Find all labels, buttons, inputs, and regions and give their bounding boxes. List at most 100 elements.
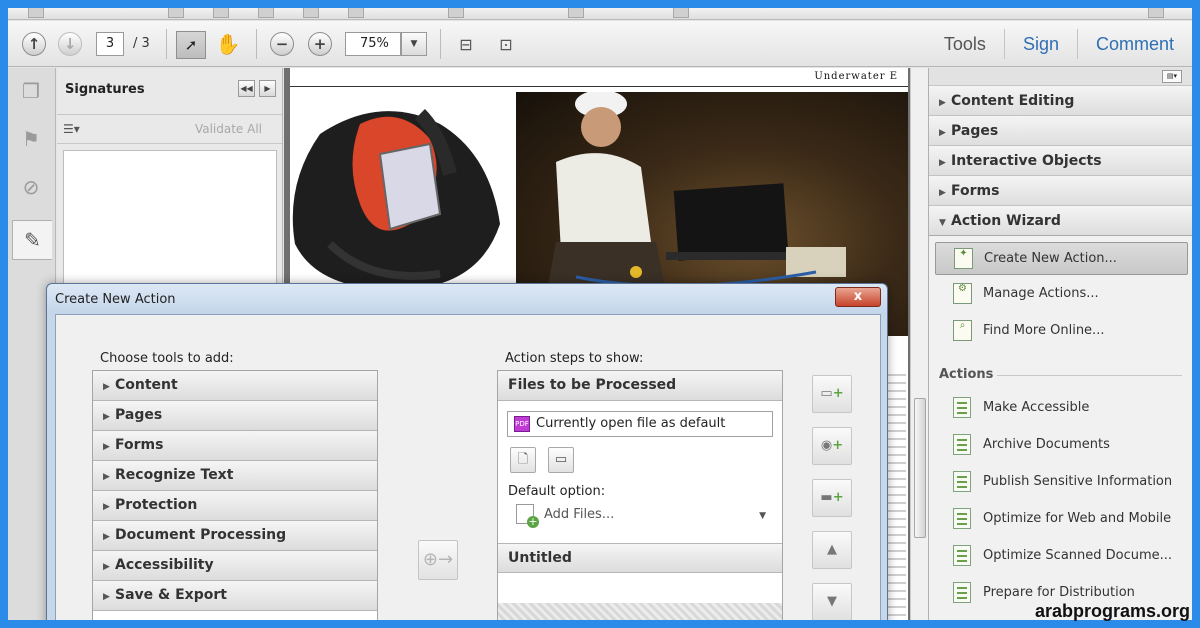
signatures-toolbar: ☰▾ Validate All: [57, 114, 282, 144]
action-optimize-web[interactable]: Optimize for Web and Mobile: [929, 500, 1192, 537]
manage-actions-item[interactable]: ⚙ Manage Actions...: [929, 275, 1192, 312]
section-interactive-objects[interactable]: ▶ Interactive Objects: [929, 146, 1192, 176]
document-scrollbar[interactable]: [910, 68, 928, 620]
tool-category-save-export[interactable]: ▶ Save & Export: [93, 581, 377, 611]
cursor-icon: ➚: [184, 36, 198, 54]
zoom-input[interactable]: 75%: [345, 32, 401, 56]
zoom-in-button[interactable]: +: [306, 30, 334, 58]
page-thumbnails-button[interactable]: ❐: [16, 76, 46, 106]
create-new-action-dialog: Create New Action x Choose tools to add:…: [46, 283, 888, 620]
file-source-field[interactable]: PDF Currently open file as default: [507, 411, 773, 437]
zoom-dropdown-button[interactable]: ▼: [401, 32, 427, 56]
fit-page-button[interactable]: ⊟: [452, 30, 480, 58]
fullscreen-button[interactable]: ⊡: [492, 30, 520, 58]
instruction-icon: ◉+: [820, 438, 844, 453]
panel-options-button[interactable]: ▶: [259, 80, 276, 97]
untitled-step-heading[interactable]: Untitled: [498, 543, 782, 573]
toolbar-icon[interactable]: [213, 8, 229, 18]
action-publish-sensitive[interactable]: Publish Sensitive Information: [929, 463, 1192, 500]
hand-tool-button[interactable]: ✋: [214, 30, 242, 58]
add-separator-button[interactable]: ▬+: [812, 479, 852, 517]
move-down-button[interactable]: ▼: [812, 583, 852, 620]
toolbar-icon[interactable]: [348, 8, 364, 18]
scrollbar-thumb[interactable]: [914, 398, 926, 538]
add-instruction-button[interactable]: ◉+: [812, 427, 852, 465]
toolbar-icon[interactable]: [568, 8, 584, 18]
previous-page-button[interactable]: ↑: [20, 30, 48, 58]
panel-title: Signatures: [65, 82, 145, 97]
toolbar-icon[interactable]: [448, 8, 464, 18]
zoom-out-button[interactable]: −: [268, 30, 296, 58]
chevron-right-icon: ▶: [103, 592, 110, 602]
dialog-titlebar[interactable]: Create New Action x: [47, 284, 887, 314]
bookmark-icon: ⚑: [22, 127, 40, 151]
next-page-button[interactable]: ↓: [56, 30, 84, 58]
open-folder-button[interactable]: ▭: [548, 447, 574, 473]
tool-category-protection[interactable]: ▶ Protection: [93, 491, 377, 521]
tools-pane: ▤▾ ▶ Content Editing ▶ Pages ▶ Interactive …: [928, 68, 1192, 620]
select-tool-button[interactable]: ➚: [176, 31, 206, 59]
chevron-right-icon: ▶: [939, 158, 946, 168]
action-archive-documents[interactable]: Archive Documents: [929, 426, 1192, 463]
tool-category-content[interactable]: ▶ Content: [93, 371, 377, 401]
find-more-online-item[interactable]: ⌕ Find More Online...: [929, 312, 1192, 349]
signatures-button[interactable]: ✎: [12, 220, 52, 260]
toolbar-icon[interactable]: [168, 8, 184, 18]
action-make-accessible[interactable]: Make Accessible: [929, 389, 1192, 426]
chevron-down-icon[interactable]: ▼: [759, 511, 766, 521]
toolbar-icon[interactable]: [1148, 8, 1164, 18]
close-button[interactable]: x: [835, 287, 881, 307]
move-up-button[interactable]: ▲: [812, 531, 852, 569]
section-pages[interactable]: ▶ Pages: [929, 116, 1192, 146]
attachments-button[interactable]: ⊘: [16, 172, 46, 202]
chevron-right-icon: ▶: [103, 502, 110, 512]
fit-page-icon: ⊟: [459, 34, 473, 54]
chevron-down-icon: ▼: [939, 218, 946, 228]
checklist-icon: [953, 582, 971, 603]
add-files-dropdown[interactable]: Add Files...: [516, 504, 614, 528]
toolbar-icon[interactable]: [258, 8, 274, 18]
add-to-steps-button[interactable]: ⊕→: [418, 540, 458, 580]
page-number-input[interactable]: 3: [96, 32, 124, 56]
fullscreen-icon: ⊡: [499, 34, 513, 54]
toolbar-icon[interactable]: [28, 8, 44, 18]
arrow-up-icon: ↑: [22, 32, 46, 56]
validate-all-button[interactable]: Validate All: [195, 122, 262, 136]
new-file-button[interactable]: 🗋: [510, 447, 536, 473]
signature-pen-icon: ✎: [24, 228, 41, 252]
choose-tools-label: Choose tools to add:: [100, 351, 234, 366]
toolbar-icon[interactable]: [303, 8, 319, 18]
section-forms[interactable]: ▶ Forms: [929, 176, 1192, 206]
create-new-action-item[interactable]: ✦ Create New Action...: [935, 242, 1188, 275]
action-optimize-scanned[interactable]: Optimize Scanned Docume...: [929, 537, 1192, 574]
chevron-right-icon: ▶: [103, 532, 110, 542]
pane-menu-button[interactable]: ▤▾: [1162, 70, 1182, 83]
bookmarks-button[interactable]: ⚑: [16, 124, 46, 154]
tool-category-forms[interactable]: ▶ Forms: [93, 431, 377, 461]
add-panel-button[interactable]: ▭+: [812, 375, 852, 413]
tool-category-document-processing[interactable]: ▶ Document Processing: [93, 521, 377, 551]
options-menu-icon[interactable]: ☰▾: [63, 122, 80, 136]
chevron-right-icon: ▶: [103, 412, 110, 422]
dialog-title: Create New Action: [55, 292, 176, 307]
find-online-icon: ⌕: [953, 320, 972, 341]
checklist-icon: [953, 545, 971, 566]
chevron-right-icon: ▶: [103, 382, 110, 392]
paperclip-icon: ⊘: [22, 175, 40, 199]
tool-category-pages[interactable]: ▶ Pages: [93, 401, 377, 431]
close-icon: x: [853, 289, 863, 304]
tools-link[interactable]: Tools: [926, 29, 1004, 59]
tool-category-recognize-text[interactable]: ▶ Recognize Text: [93, 461, 377, 491]
top-toolbar: [8, 8, 1192, 20]
hand-icon: ✋: [215, 32, 241, 56]
tool-category-accessibility[interactable]: ▶ Accessibility: [93, 551, 377, 581]
sign-link[interactable]: Sign: [1003, 29, 1077, 59]
comment-link[interactable]: Comment: [1076, 29, 1192, 59]
section-action-wizard[interactable]: ▼ Action Wizard: [929, 206, 1192, 236]
actions-heading: Actions: [929, 361, 1192, 389]
toolbar-icon[interactable]: [673, 8, 689, 18]
divider: [166, 29, 167, 59]
collapse-panel-button[interactable]: ◀◀: [238, 80, 255, 97]
section-content-editing[interactable]: ▶ Content Editing: [929, 86, 1192, 116]
pdf-icon: PDF: [514, 416, 530, 432]
